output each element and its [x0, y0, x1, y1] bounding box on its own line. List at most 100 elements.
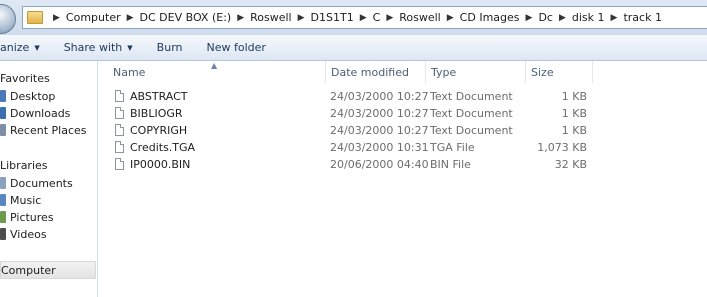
breadcrumb-c[interactable]: C: [373, 11, 381, 24]
breadcrumb-d1s1t1[interactable]: D1S1T1: [311, 11, 354, 24]
chevron-right-icon[interactable]: ▶: [127, 13, 134, 23]
file-name: BIBLIOGR: [130, 107, 183, 120]
chevron-right-icon[interactable]: ▶: [237, 13, 244, 23]
breadcrumb-cd-images[interactable]: CD Images: [460, 11, 520, 24]
nav-favorites-label: Favorites: [0, 71, 50, 85]
file-type: BIN File: [430, 158, 471, 171]
column-header-type[interactable]: Type: [431, 61, 526, 83]
nav-documents-label: Documents: [10, 176, 73, 190]
document-icon: [115, 107, 124, 119]
chevron-right-icon[interactable]: ▶: [559, 13, 566, 23]
column-header-size[interactable]: Size: [531, 61, 591, 83]
navigation-pane: Favorites Desktop Downloads Recent Place…: [0, 61, 98, 297]
file-type: Text Document: [430, 124, 513, 137]
file-size: 1 KB: [561, 107, 587, 120]
nav-videos[interactable]: Videos: [0, 225, 47, 243]
document-icon: [115, 141, 124, 153]
breadcrumb-roswell-2[interactable]: Roswell: [399, 11, 441, 24]
new-folder-label: New folder: [206, 41, 266, 54]
chevron-down-icon: ▼: [127, 43, 133, 52]
column-name-label: Name: [113, 65, 146, 79]
chevron-right-icon[interactable]: ▶: [386, 13, 393, 23]
file-name: IP0000.BIN: [130, 158, 191, 171]
file-row[interactable]: BIBLIOGR 24/03/2000 10:27 Text Document …: [98, 105, 707, 122]
column-divider[interactable]: [525, 61, 526, 83]
column-size-label: Size: [531, 65, 554, 79]
music-icon: [0, 194, 6, 206]
file-row[interactable]: Credits.TGA 24/03/2000 10:31 TGA File 1,…: [98, 139, 707, 156]
nav-desktop[interactable]: Desktop: [0, 87, 55, 105]
file-type: Text Document: [430, 90, 513, 103]
desktop-icon: [0, 90, 6, 102]
file-size: 32 KB: [554, 158, 587, 171]
nav-music-label: Music: [10, 193, 42, 207]
folder-icon: [27, 11, 43, 24]
document-icon: [115, 158, 124, 170]
nav-documents[interactable]: Documents: [0, 174, 73, 192]
breadcrumb-dc[interactable]: Dc: [538, 11, 553, 24]
column-divider[interactable]: [425, 61, 426, 83]
chevron-right-icon[interactable]: ▶: [447, 13, 454, 23]
nav-computer[interactable]: Computer: [0, 261, 96, 279]
file-date: 20/06/2000 04:40: [330, 158, 429, 171]
nav-downloads[interactable]: Downloads: [0, 104, 70, 122]
nav-libraries-label: Libraries: [0, 158, 48, 172]
burn-button[interactable]: Burn: [143, 41, 193, 54]
file-size: 1 KB: [561, 90, 587, 103]
file-date: 24/03/2000 10:31: [330, 141, 429, 154]
column-divider[interactable]: [325, 61, 326, 83]
file-name: Credits.TGA: [130, 141, 196, 154]
column-header-date[interactable]: Date modified: [331, 61, 426, 83]
file-date: 24/03/2000 10:27: [330, 124, 429, 137]
file-name: ABSTRACT: [130, 90, 188, 103]
document-icon: [115, 124, 124, 136]
breadcrumb-roswell[interactable]: Roswell: [250, 11, 292, 24]
documents-icon: [0, 177, 6, 189]
burn-label: Burn: [156, 41, 183, 54]
pictures-icon: [0, 211, 6, 223]
share-with-button[interactable]: Share with ▼: [50, 41, 143, 54]
chevron-right-icon[interactable]: ▶: [298, 13, 305, 23]
column-date-label: Date modified: [331, 65, 409, 79]
chevron-right-icon[interactable]: ▶: [360, 13, 367, 23]
column-header-name[interactable]: Name: [113, 61, 325, 83]
breadcrumb-drive[interactable]: DC DEV BOX (E:): [140, 11, 232, 24]
sort-up-icon: ▲: [211, 61, 218, 70]
videos-icon: [0, 228, 6, 240]
file-row[interactable]: ABSTRACT 24/03/2000 10:27 Text Document …: [98, 88, 707, 105]
document-icon: [115, 90, 124, 102]
file-row[interactable]: IP0000.BIN 20/06/2000 04:40 BIN File 32 …: [98, 156, 707, 173]
column-type-label: Type: [431, 65, 457, 79]
file-list: Name ▲ Date modified Type Size ABSTRACT …: [98, 61, 707, 297]
nav-pictures[interactable]: Pictures: [0, 208, 54, 226]
nav-libraries[interactable]: Libraries: [0, 156, 48, 174]
address-bar-row: ▶ Computer ▶ DC DEV BOX (E:) ▶ Roswell ▶…: [0, 0, 707, 35]
file-date: 24/03/2000 10:27: [330, 90, 429, 103]
nav-desktop-label: Desktop: [10, 89, 56, 103]
address-bar[interactable]: ▶ Computer ▶ DC DEV BOX (E:) ▶ Roswell ▶…: [22, 6, 707, 29]
file-date: 24/03/2000 10:27: [330, 107, 429, 120]
file-row[interactable]: COPYRIGH 24/03/2000 10:27 Text Document …: [98, 122, 707, 139]
nav-downloads-label: Downloads: [10, 106, 71, 120]
breadcrumb-disk-1[interactable]: disk 1: [572, 11, 605, 24]
organize-button[interactable]: anize ▼: [0, 41, 50, 54]
share-with-label: Share with: [63, 41, 123, 54]
column-divider[interactable]: [592, 61, 593, 83]
file-type: Text Document: [430, 107, 513, 120]
new-folder-button[interactable]: New folder: [193, 41, 276, 54]
nav-pictures-label: Pictures: [10, 210, 54, 224]
back-button[interactable]: [0, 4, 16, 34]
nav-recent-label: Recent Places: [10, 123, 87, 137]
nav-videos-label: Videos: [10, 227, 47, 241]
nav-favorites[interactable]: Favorites: [0, 69, 50, 87]
chevron-right-icon[interactable]: ▶: [526, 13, 533, 23]
file-size: 1 KB: [561, 124, 587, 137]
downloads-icon: [0, 107, 6, 119]
nav-music[interactable]: Music: [0, 191, 41, 209]
nav-recent-places[interactable]: Recent Places: [0, 121, 87, 139]
breadcrumb-track-1[interactable]: track 1: [623, 11, 662, 24]
chevron-down-icon: ▼: [34, 43, 40, 52]
breadcrumb-computer[interactable]: Computer: [66, 11, 121, 24]
chevron-right-icon[interactable]: ▶: [53, 13, 60, 23]
chevron-right-icon[interactable]: ▶: [611, 13, 618, 23]
